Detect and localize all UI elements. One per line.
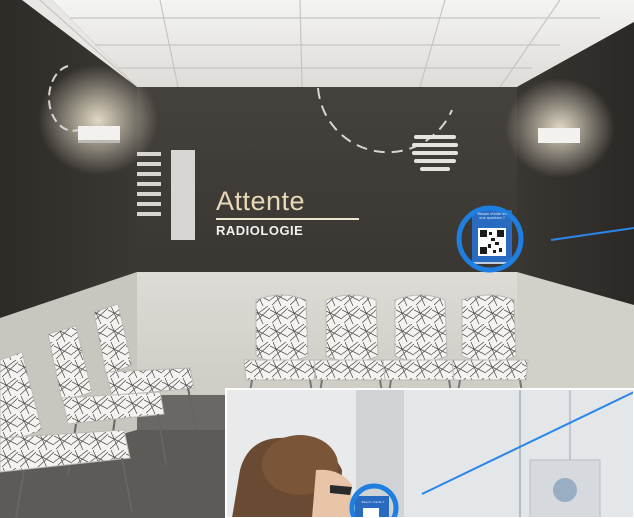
title-underline bbox=[216, 218, 359, 220]
waiting-room-photo: Attente RADIOLOGIE Besoin d'aide ou une … bbox=[0, 0, 634, 518]
wall-lamp-icon-right bbox=[505, 78, 615, 178]
qr-sign-caption-small: Besoin d'aide ? bbox=[361, 500, 385, 504]
inset-photo bbox=[225, 388, 634, 518]
qr-sign-caption: Besoin d'aide ou une question ? bbox=[477, 212, 507, 220]
scene-drawing bbox=[0, 0, 634, 518]
department-label: RADIOLOGIE bbox=[216, 223, 304, 238]
waiting-area-title: Attente bbox=[216, 186, 306, 216]
